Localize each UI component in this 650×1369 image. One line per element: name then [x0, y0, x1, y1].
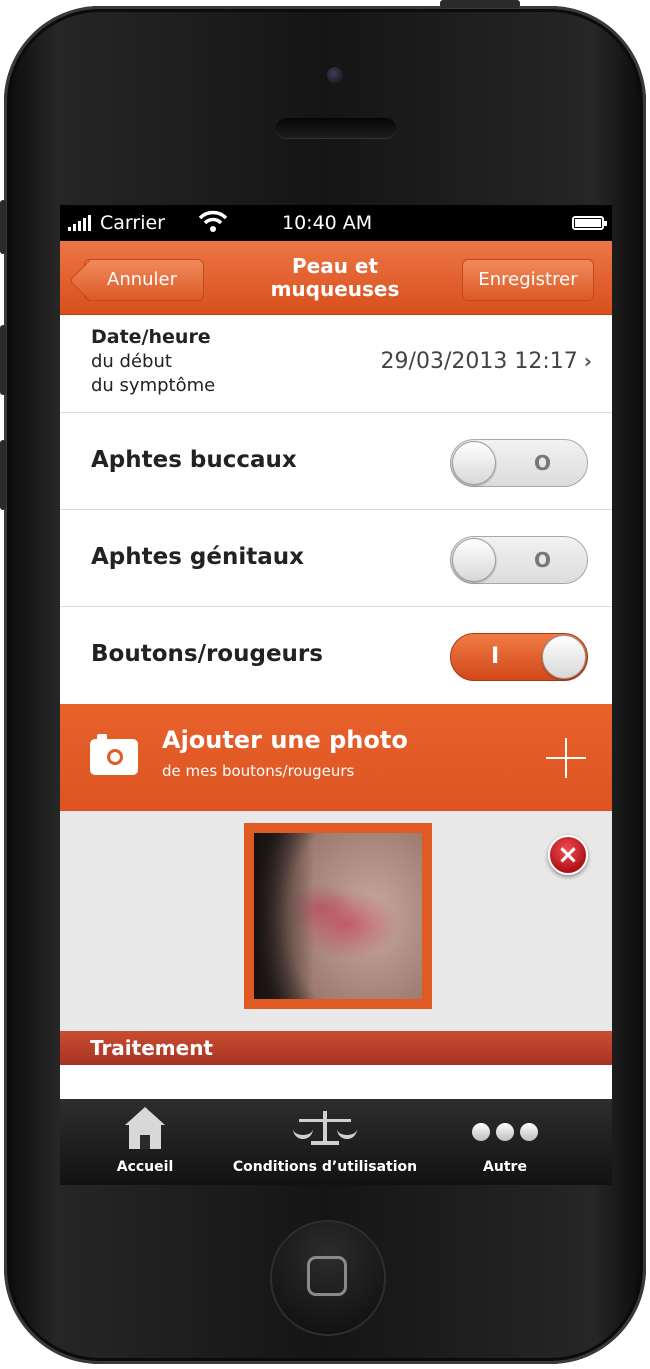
- date-value-text: 29/03/2013 12:17: [380, 349, 578, 374]
- photo-area: ×: [60, 811, 612, 1031]
- toggle-label: Boutons/rougeurs: [91, 641, 323, 667]
- add-photo-title: Ajouter une photo: [162, 726, 408, 754]
- cancel-button-label: Annuler: [107, 269, 178, 290]
- tab-label: Conditions d’utilisation: [232, 1159, 418, 1175]
- toggle-row-boutons-rougeurs: Boutons/rougeurs I: [60, 607, 612, 704]
- speaker-grille: [276, 118, 396, 138]
- add-photo-subtitle: de mes boutons/rougeurs: [162, 762, 355, 780]
- chevron-right-icon: ›: [583, 349, 592, 373]
- toggle-label: Aphtes génitaux: [91, 544, 304, 570]
- date-label-line2: du début: [91, 351, 172, 372]
- tab-label: Autre: [483, 1159, 527, 1175]
- switch-knob: [542, 635, 586, 679]
- screen: Carrier 10:40 AM Annuler Peau et muqueus…: [60, 205, 612, 1185]
- cancel-button[interactable]: Annuler: [84, 259, 204, 301]
- date-value[interactable]: 29/03/2013 12:17 ›: [381, 349, 592, 374]
- aphtes-genitaux-switch[interactable]: O: [450, 536, 588, 584]
- switch-on-mark: I: [491, 644, 500, 669]
- toggle-row-aphtes-genitaux: Aphtes génitaux O: [60, 510, 612, 607]
- boutons-rougeurs-switch[interactable]: I: [450, 633, 588, 681]
- delete-photo-icon[interactable]: ×: [548, 835, 588, 875]
- scale-icon: [293, 1107, 357, 1147]
- page-title-line2: muqueuses: [270, 277, 400, 301]
- wifi-icon: [198, 210, 228, 232]
- toggle-row-aphtes-buccaux: Aphtes buccaux O: [60, 413, 612, 510]
- home-icon: [125, 1107, 165, 1149]
- date-row[interactable]: Date/heure du début du symptôme 29/03/20…: [60, 315, 612, 413]
- switch-knob: [452, 441, 496, 485]
- home-square-icon: [307, 1256, 347, 1296]
- add-photo-bar[interactable]: Ajouter une photo de mes boutons/rougeur…: [60, 704, 612, 811]
- tab-label: Accueil: [116, 1159, 174, 1175]
- section-header-traitement: Traitement: [60, 1031, 612, 1065]
- switch-off-mark: O: [533, 451, 551, 475]
- photo-thumbnail[interactable]: [244, 823, 432, 1009]
- switch-off-mark: O: [533, 548, 551, 572]
- switch-knob: [452, 538, 496, 582]
- tab-autre[interactable]: Autre: [460, 1099, 550, 1185]
- save-button-label: Enregistrer: [478, 269, 578, 290]
- page-title: Peau et muqueuses: [240, 255, 430, 301]
- aphtes-buccaux-switch[interactable]: O: [450, 439, 588, 487]
- status-bar: Carrier 10:40 AM: [60, 205, 612, 241]
- tab-accueil[interactable]: Accueil: [100, 1099, 190, 1185]
- camera-icon: [90, 734, 138, 775]
- date-label-line3: du symptôme: [91, 375, 216, 396]
- more-icon: [472, 1123, 538, 1141]
- signal-icon: [68, 215, 91, 231]
- volume-down-button: [0, 440, 6, 510]
- mute-switch: [0, 200, 6, 254]
- clock: 10:40 AM: [282, 212, 373, 234]
- date-label: Date/heure du début du symptôme: [91, 325, 215, 398]
- tab-bar: Accueil Conditions d’utilisation Autre: [60, 1099, 612, 1185]
- plus-icon[interactable]: [546, 738, 586, 778]
- page-title-line1: Peau et: [291, 254, 379, 278]
- front-camera: [327, 67, 343, 83]
- volume-up-button: [0, 325, 6, 395]
- photo-shadow: [254, 833, 314, 999]
- navigation-bar: Annuler Peau et muqueuses Enregistrer: [60, 241, 612, 315]
- power-button: [440, 0, 520, 8]
- date-label-title: Date/heure: [91, 326, 211, 348]
- save-button[interactable]: Enregistrer: [462, 259, 594, 301]
- carrier-label: Carrier: [100, 212, 165, 234]
- battery-icon: [572, 216, 607, 230]
- tab-conditions[interactable]: Conditions d’utilisation: [220, 1099, 430, 1185]
- toggle-label: Aphtes buccaux: [91, 447, 297, 473]
- list-spacer: [60, 1065, 612, 1093]
